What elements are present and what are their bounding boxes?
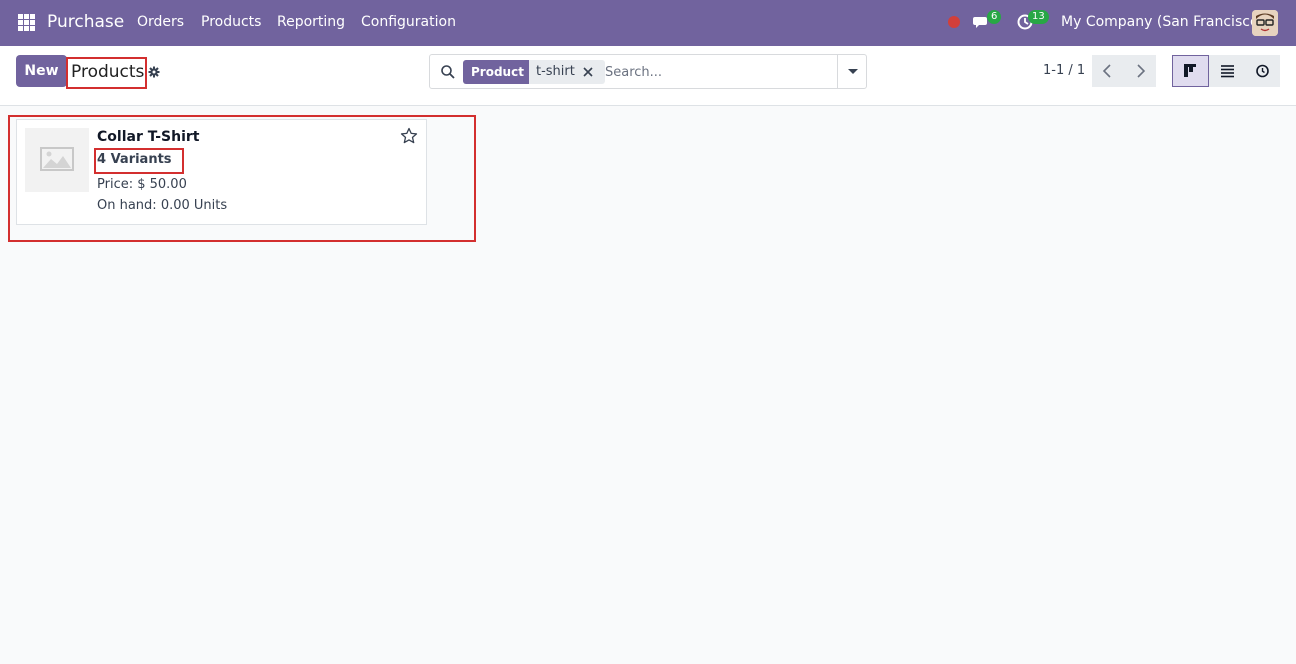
pager-next-button[interactable] [1124, 55, 1156, 87]
gear-icon[interactable] [148, 66, 160, 78]
star-icon[interactable] [400, 127, 418, 145]
search-icon[interactable] [440, 64, 456, 80]
chevron-left-icon [1102, 64, 1111, 78]
control-panel: New Products Product t-shirt 1-1 / 1 [0, 46, 1296, 106]
menu-orders[interactable]: Orders [137, 14, 184, 30]
facet-label: Product [463, 60, 532, 84]
menu-products[interactable]: Products [201, 14, 261, 30]
product-variants: 4 Variants [97, 152, 172, 167]
close-icon[interactable] [581, 65, 595, 79]
chevron-right-icon [1137, 64, 1146, 78]
app-name[interactable]: Purchase [47, 12, 124, 32]
top-navbar: Purchase Orders Products Reporting Confi… [0, 0, 1296, 46]
caret-down-icon [848, 69, 858, 74]
list-view-icon [1221, 65, 1234, 78]
activities-badge: 13 [1028, 10, 1049, 24]
kanban-card[interactable]: Collar T-Shirt 4 Variants Price: $ 50.00… [16, 119, 427, 225]
kanban-view-button[interactable] [1172, 55, 1209, 87]
menu-reporting[interactable]: Reporting [277, 14, 345, 30]
search-input[interactable] [605, 60, 825, 84]
user-avatar[interactable] [1252, 10, 1278, 36]
search-bar: Product t-shirt [429, 54, 867, 89]
new-button[interactable]: New [16, 55, 67, 87]
activity-view-icon [1256, 64, 1269, 78]
kanban-view-icon [1184, 64, 1196, 77]
product-image [25, 128, 89, 192]
recording-indicator-icon[interactable] [948, 16, 960, 28]
product-on-hand: On hand: 0.00 Units [97, 198, 228, 213]
product-price: Price: $ 50.00 [97, 177, 187, 192]
list-view-button[interactable] [1209, 55, 1246, 87]
product-name: Collar T-Shirt [97, 129, 200, 145]
messages-badge: 6 [987, 10, 1002, 24]
search-options-toggle[interactable] [837, 55, 866, 88]
pager-value[interactable]: 1-1 / 1 [1043, 63, 1085, 78]
company-switcher[interactable]: My Company (San Francisco) [1061, 14, 1264, 30]
apps-grid-icon[interactable] [18, 14, 35, 31]
image-placeholder-icon [40, 147, 74, 171]
pager-previous-button[interactable] [1092, 55, 1124, 87]
breadcrumb-title: Products [71, 62, 145, 82]
activity-view-button[interactable] [1245, 55, 1280, 87]
menu-configuration[interactable]: Configuration [361, 14, 456, 30]
